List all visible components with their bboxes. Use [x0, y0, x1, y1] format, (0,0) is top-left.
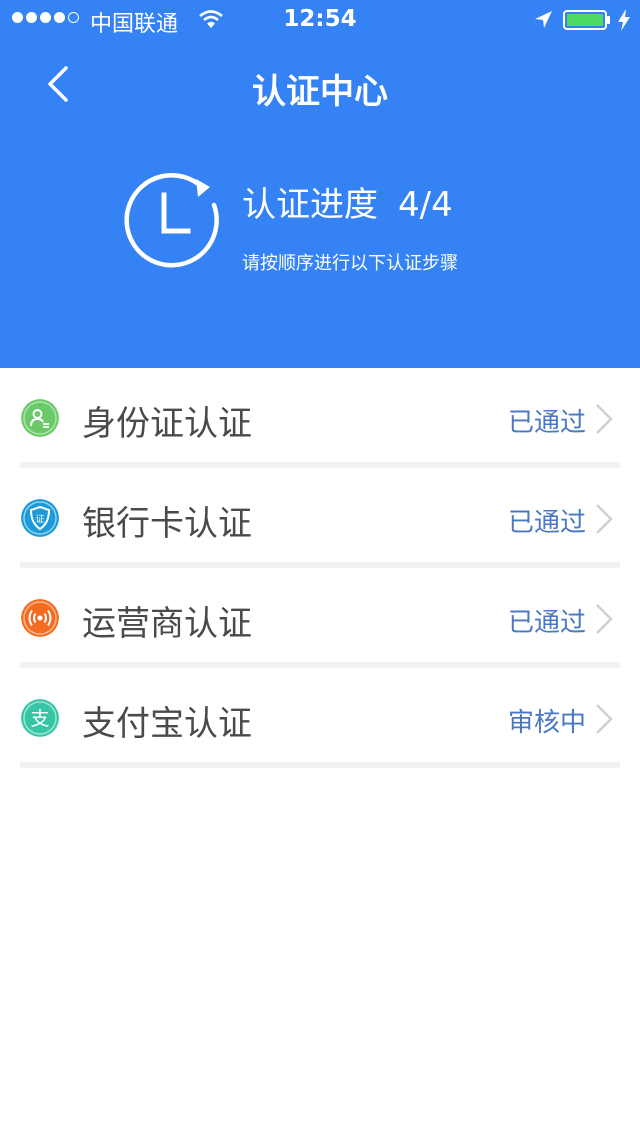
alipay-icon: 支: [21, 699, 59, 737]
list-item-label: 银行卡认证: [82, 504, 252, 544]
chevron-right-icon: [596, 604, 613, 634]
verification-list: 身份证认证 已通过 证 银行卡认证 已通过 运营商认证 已通过 支 支付宝认证 …: [0, 368, 640, 768]
list-item-label: 支付宝认证: [82, 704, 252, 744]
battery-icon: [563, 10, 610, 30]
chevron-right-icon: [596, 504, 613, 534]
chevron-right-icon: [596, 404, 613, 434]
status-label: 已通过: [507, 508, 586, 538]
list-item-alipay[interactable]: 支 支付宝认证 审核中: [0, 668, 640, 768]
progress-count: 4/4: [398, 185, 453, 225]
location-arrow-icon: [535, 11, 552, 28]
divider: [20, 762, 620, 768]
shield-icon: 证: [21, 499, 59, 537]
list-item-bank-card[interactable]: 证 银行卡认证 已通过: [0, 468, 640, 568]
id-card-icon: [21, 399, 59, 437]
svg-text:证: 证: [35, 514, 44, 525]
nav-bar: 认证中心: [0, 40, 640, 128]
clock-icon: [124, 172, 219, 268]
progress-subtitle: 请按顺序进行以下认证步骤: [242, 253, 458, 274]
svg-text:支: 支: [30, 708, 49, 730]
screen: 中国联通 12:54 认证中心 认证进度 4/4 请按顺序进行以下认证步骤 身份…: [0, 0, 640, 1136]
list-item-label: 运营商认证: [82, 604, 252, 644]
signal-icon: [21, 599, 59, 637]
status-label: 审核中: [507, 708, 586, 738]
page-title: 认证中心: [252, 72, 388, 112]
progress-label: 认证进度: [242, 185, 378, 225]
list-item-carrier[interactable]: 运营商认证 已通过: [0, 568, 640, 668]
header: 中国联通 12:54 认证中心 认证进度 4/4 请按顺序进行以下认证步骤: [0, 0, 640, 368]
status-bar: 中国联通 12:54: [0, 0, 640, 40]
chevron-right-icon: [596, 704, 613, 734]
list-item-id-card[interactable]: 身份证认证 已通过: [0, 368, 640, 468]
charging-icon: [618, 9, 630, 31]
status-label: 已通过: [507, 608, 586, 638]
progress-title: 认证进度 4/4: [242, 177, 453, 226]
status-label: 已通过: [507, 408, 586, 438]
progress-summary: 认证进度 4/4 请按顺序进行以下认证步骤: [118, 165, 538, 275]
list-item-label: 身份证认证: [82, 404, 252, 444]
